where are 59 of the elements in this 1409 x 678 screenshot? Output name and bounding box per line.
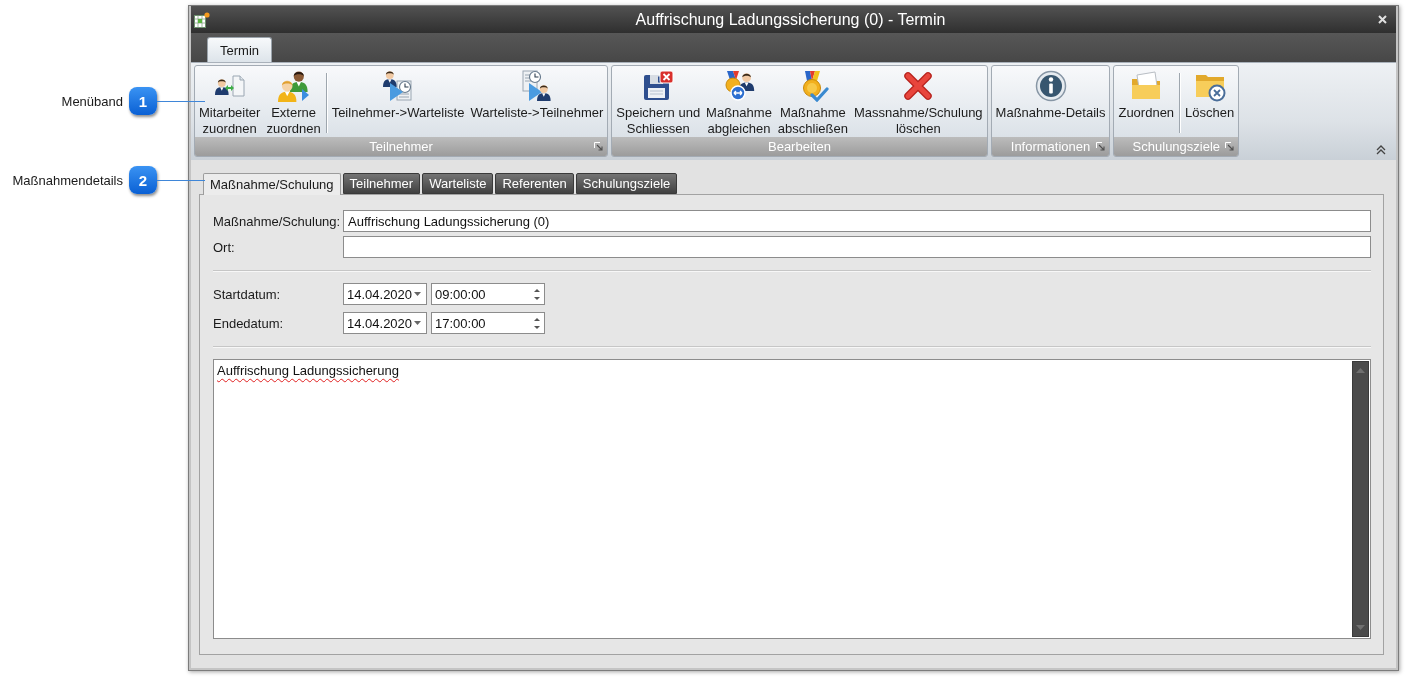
ribbon-button[interactable]: Warteliste->Teilnehmer <box>467 66 607 137</box>
ribbon-button[interactable]: Mitarbeiter zuordnen <box>196 66 264 137</box>
info-icon <box>1034 70 1067 102</box>
ribbon-button[interactable]: Zuordnen <box>1115 66 1178 137</box>
time-field[interactable]: 17:00:00 <box>431 312 545 334</box>
field-label: Maßnahme/Schulung: <box>213 213 342 229</box>
time-field[interactable]: 09:00:00 <box>431 283 545 305</box>
dialog-launcher-icon[interactable] <box>594 142 604 151</box>
leader-line <box>157 180 205 181</box>
spin-down-icon[interactable] <box>534 325 540 329</box>
spin-down-icon[interactable] <box>534 296 540 300</box>
floppy-close-icon <box>642 70 675 102</box>
caret-icon[interactable] <box>414 292 421 296</box>
tab[interactable]: Schulungsziele <box>575 173 678 194</box>
group-label: Teilnehmer <box>369 139 433 154</box>
people-arrow-icon <box>277 70 310 102</box>
person-arrow-clock-icon <box>382 70 415 102</box>
calendar-icon <box>194 11 210 28</box>
ribbon-button[interactable]: Löschen <box>1182 66 1238 137</box>
ribbon-button[interactable]: Maßnahme abschließen <box>774 66 851 137</box>
clock-arrow-person-icon <box>520 70 553 102</box>
field-label: Ort: <box>213 239 236 255</box>
text-field[interactable]: Auffrischung Ladungssicherung (0) <box>343 210 1371 232</box>
date-dropdown[interactable]: 14.04.2020 <box>343 283 427 305</box>
callout-label: Menüband <box>61 93 123 109</box>
ribbon-button[interactable]: Externe zuordnen <box>263 66 324 137</box>
collapse-icon[interactable] <box>1376 145 1386 155</box>
ribbon-button[interactable]: Speichern und Schliessen <box>613 66 704 137</box>
tab[interactable]: Maßnahme/Schulung <box>203 173 341 195</box>
spin-up-icon[interactable] <box>534 288 540 292</box>
field-label: Startdatum: <box>213 286 282 302</box>
callout-badge: 1 <box>129 87 157 115</box>
ribbon-button[interactable]: Teilnehmer->Warteliste <box>328 66 468 137</box>
ribbon-button[interactable]: Massnahme/Schulung löschen <box>850 66 986 137</box>
dialog-launcher-icon[interactable] <box>1096 142 1106 151</box>
tab[interactable]: Referenten <box>495 173 574 194</box>
folder-paper-icon <box>1130 70 1163 102</box>
date-dropdown[interactable]: 14.04.2020 <box>343 312 427 334</box>
group-label: Bearbeiten <box>768 139 831 154</box>
window-title: Auffrischung Ladungssicherung (0) - Termin <box>635 10 946 29</box>
ribbon-tab[interactable]: Termin <box>207 37 272 62</box>
spin-up-icon[interactable] <box>534 317 540 321</box>
callout-label: Maßnahmendetails <box>12 172 123 188</box>
group-label: Schulungsziele <box>1132 139 1221 154</box>
tab[interactable]: Teilnehmer <box>342 173 421 194</box>
delete-icon <box>902 70 935 102</box>
tab[interactable]: Warteliste <box>422 173 494 194</box>
caret-icon[interactable] <box>414 321 421 325</box>
group-label: Informationen <box>1010 139 1091 154</box>
dialog-launcher-icon[interactable] <box>1225 142 1235 151</box>
close-icon[interactable] <box>1378 15 1387 24</box>
ribbon-button[interactable]: Maßnahme-Details <box>992 66 1109 137</box>
ribbon-button[interactable]: Maßnahme abgleichen <box>703 66 775 137</box>
callout-badge: 2 <box>129 166 157 194</box>
leader-line <box>157 101 205 102</box>
notes-field[interactable]: Auffrischung Ladungssicherung <box>213 359 1371 639</box>
text-field[interactable] <box>343 236 1371 258</box>
field-label: Endedatum: <box>213 315 285 331</box>
medal-person-icon <box>723 70 755 102</box>
